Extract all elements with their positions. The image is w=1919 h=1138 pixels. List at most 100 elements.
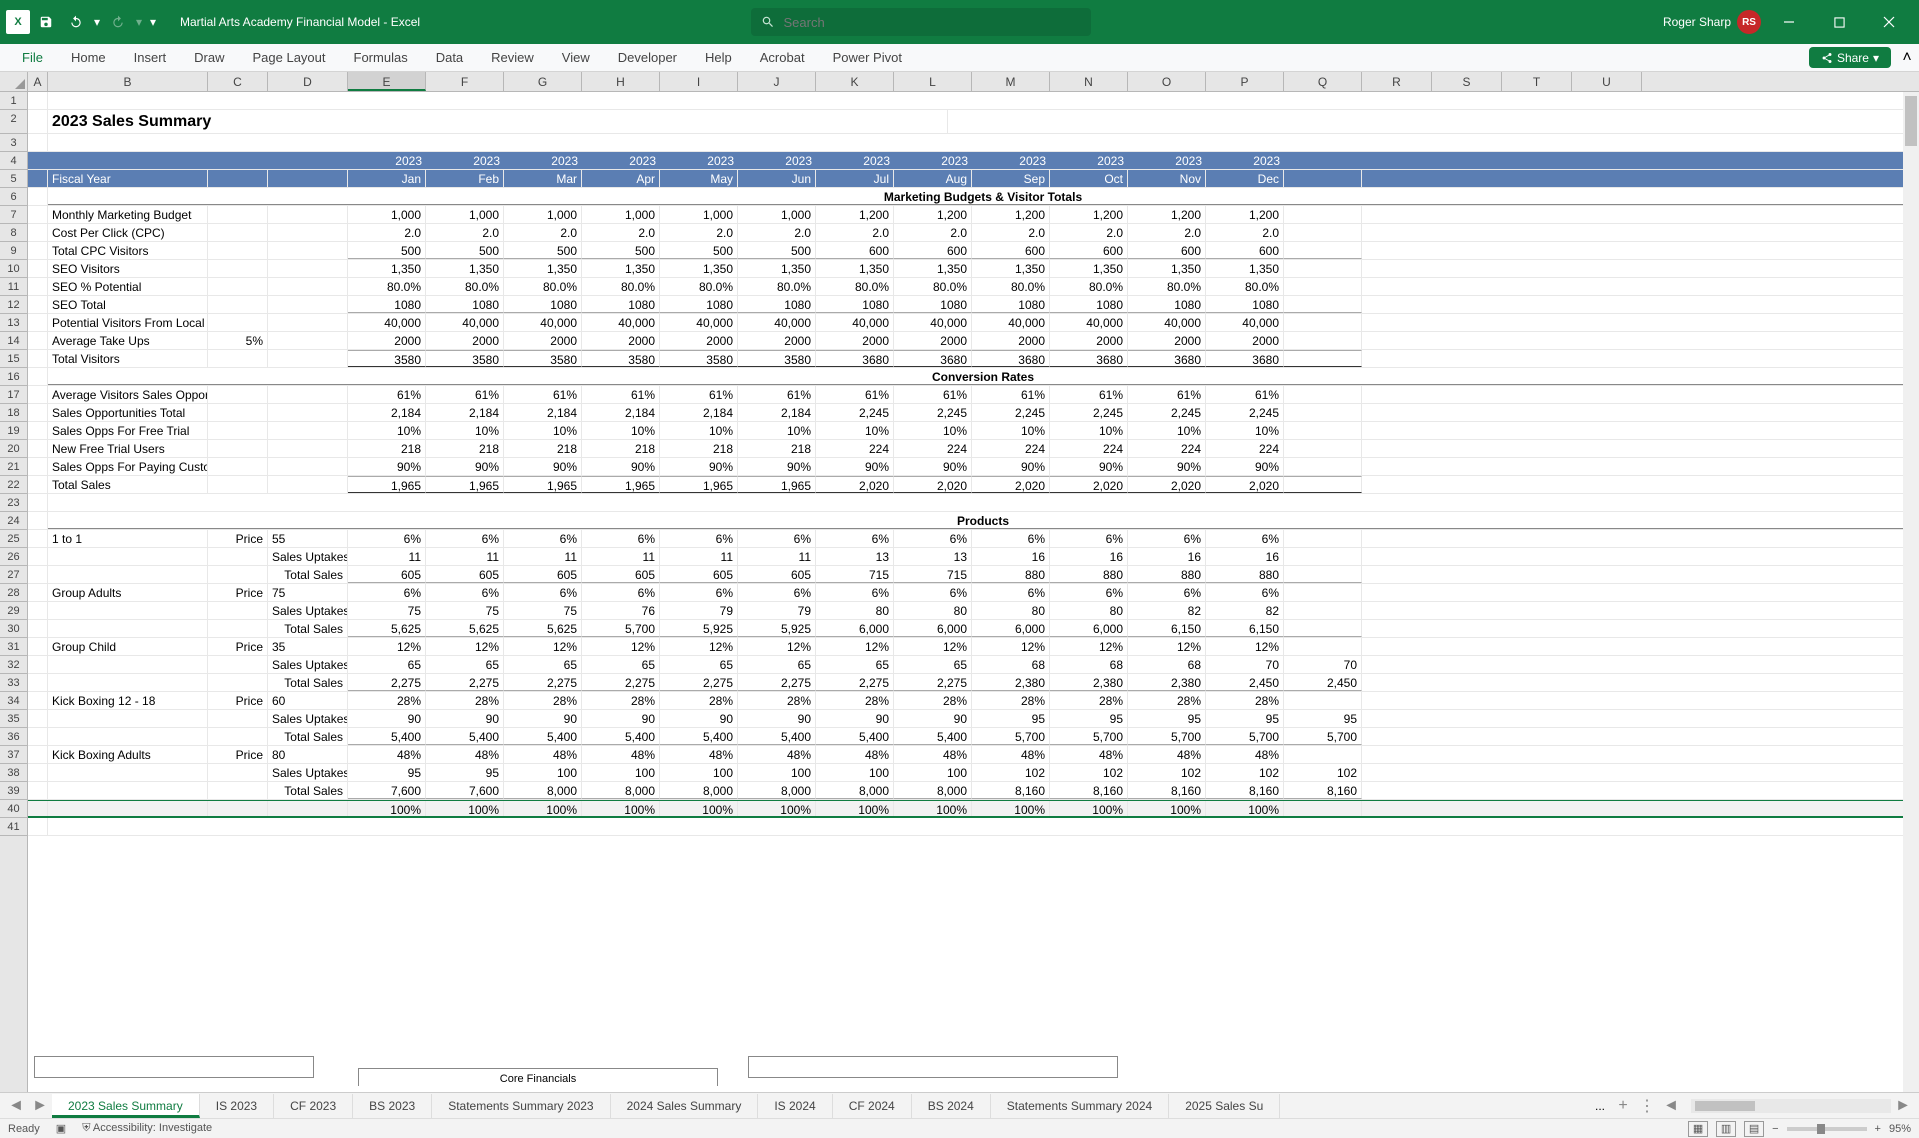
row-header-5[interactable]: 5 (0, 170, 27, 188)
col-header-Q[interactable]: Q (1284, 72, 1362, 91)
col-header-M[interactable]: M (972, 72, 1050, 91)
view-page-layout[interactable]: ▥ (1716, 1121, 1736, 1137)
sheet-tab[interactable]: BS 2024 (912, 1094, 991, 1118)
row-header-15[interactable]: 15 (0, 350, 27, 368)
add-sheet-button[interactable]: + (1611, 1097, 1635, 1115)
macro-record-icon[interactable]: ▣ (56, 1122, 66, 1135)
col-header-J[interactable]: J (738, 72, 816, 91)
col-header-L[interactable]: L (894, 72, 972, 91)
col-header-O[interactable]: O (1128, 72, 1206, 91)
col-header-H[interactable]: H (582, 72, 660, 91)
row-header-26[interactable]: 26 (0, 548, 27, 566)
zoom-level[interactable]: 95% (1889, 1123, 1911, 1135)
vertical-scrollbar[interactable] (1903, 92, 1919, 1092)
col-header-P[interactable]: P (1206, 72, 1284, 91)
ribbon-tab-data[interactable]: Data (422, 44, 477, 71)
view-normal[interactable]: ▦ (1688, 1121, 1708, 1137)
ribbon-collapse[interactable]: ˄ (1899, 44, 1915, 71)
minimize-button[interactable] (1767, 0, 1811, 44)
ribbon-tab-review[interactable]: Review (477, 44, 548, 71)
row-header-20[interactable]: 20 (0, 440, 27, 458)
col-header-S[interactable]: S (1432, 72, 1502, 91)
col-header-I[interactable]: I (660, 72, 738, 91)
col-header-C[interactable]: C (208, 72, 268, 91)
hscroll-left[interactable]: ◄ (1659, 1094, 1683, 1118)
row-header-17[interactable]: 17 (0, 386, 27, 404)
ribbon-tab-acrobat[interactable]: Acrobat (746, 44, 819, 71)
row-header-12[interactable]: 12 (0, 296, 27, 314)
zoom-in[interactable]: + (1875, 1123, 1881, 1135)
float-box-1[interactable] (34, 1056, 314, 1078)
ribbon-tab-page-layout[interactable]: Page Layout (239, 44, 340, 71)
sheet-tab[interactable]: IS 2023 (200, 1094, 274, 1118)
row-header-13[interactable]: 13 (0, 314, 27, 332)
row-header-34[interactable]: 34 (0, 692, 27, 710)
ribbon-tab-file[interactable]: File (8, 44, 57, 71)
row-header-41[interactable]: 41 (0, 818, 27, 836)
row-header-6[interactable]: 6 (0, 188, 27, 206)
accessibility-status[interactable]: ⛨ Accessibility: Investigate (82, 1122, 212, 1135)
col-header-R[interactable]: R (1362, 72, 1432, 91)
col-header-G[interactable]: G (504, 72, 582, 91)
redo-dropdown[interactable]: ▾ (134, 8, 144, 36)
row-header-2[interactable]: 2 (0, 110, 27, 134)
user-avatar[interactable]: RS (1737, 10, 1761, 34)
ribbon-tab-power-pivot[interactable]: Power Pivot (819, 44, 916, 71)
view-page-break[interactable]: ▤ (1744, 1121, 1764, 1137)
col-header-U[interactable]: U (1572, 72, 1642, 91)
search-input[interactable] (783, 15, 1081, 30)
cells-area[interactable]: 2023 Sales Summary 202320232023202320232… (28, 92, 1919, 1092)
row-header-30[interactable]: 30 (0, 620, 27, 638)
col-header-T[interactable]: T (1502, 72, 1572, 91)
row-header-8[interactable]: 8 (0, 224, 27, 242)
sheet-tab[interactable]: 2023 Sales Summary (52, 1094, 200, 1118)
tab-nav-next[interactable]: ► (28, 1094, 52, 1118)
row-header-9[interactable]: 9 (0, 242, 27, 260)
tabs-ellipsis[interactable]: ... (1589, 1099, 1611, 1113)
ribbon-tab-insert[interactable]: Insert (120, 44, 181, 71)
row-header-29[interactable]: 29 (0, 602, 27, 620)
row-header-14[interactable]: 14 (0, 332, 27, 350)
row-header-33[interactable]: 33 (0, 674, 27, 692)
ribbon-tab-formulas[interactable]: Formulas (340, 44, 422, 71)
sheet-tab[interactable]: 2024 Sales Summary (611, 1094, 759, 1118)
row-header-31[interactable]: 31 (0, 638, 27, 656)
row-header-24[interactable]: 24 (0, 512, 27, 530)
share-button[interactable]: Share ▾ (1809, 47, 1891, 68)
zoom-slider[interactable] (1787, 1127, 1867, 1131)
row-header-16[interactable]: 16 (0, 368, 27, 386)
row-header-28[interactable]: 28 (0, 584, 27, 602)
sheet-tab[interactable]: CF 2023 (274, 1094, 353, 1118)
row-header-19[interactable]: 19 (0, 422, 27, 440)
sheet-tab[interactable]: IS 2024 (758, 1094, 832, 1118)
select-all-cells[interactable] (0, 72, 28, 91)
zoom-out[interactable]: − (1772, 1123, 1778, 1135)
col-header-F[interactable]: F (426, 72, 504, 91)
search-box[interactable] (751, 8, 1091, 36)
redo-button[interactable] (104, 8, 132, 36)
save-button[interactable] (32, 8, 60, 36)
row-header-27[interactable]: 27 (0, 566, 27, 584)
row-header-35[interactable]: 35 (0, 710, 27, 728)
hscroll-right[interactable]: ► (1891, 1094, 1915, 1118)
col-header-E[interactable]: E (348, 72, 426, 91)
row-header-25[interactable]: 25 (0, 530, 27, 548)
row-header-36[interactable]: 36 (0, 728, 27, 746)
undo-dropdown[interactable]: ▾ (92, 8, 102, 36)
col-header-B[interactable]: B (48, 72, 208, 91)
row-header-40[interactable]: 40 (0, 800, 27, 818)
col-header-K[interactable]: K (816, 72, 894, 91)
row-header-18[interactable]: 18 (0, 404, 27, 422)
col-header-N[interactable]: N (1050, 72, 1128, 91)
sheet-tab[interactable]: CF 2024 (833, 1094, 912, 1118)
horizontal-scrollbar[interactable] (1691, 1099, 1891, 1113)
user-name[interactable]: Roger Sharp (1663, 15, 1731, 29)
maximize-button[interactable] (1817, 0, 1861, 44)
ribbon-tab-home[interactable]: Home (57, 44, 120, 71)
vscroll-thumb[interactable] (1905, 96, 1917, 146)
row-header-23[interactable]: 23 (0, 494, 27, 512)
row-header-32[interactable]: 32 (0, 656, 27, 674)
sheet-tab[interactable]: Statements Summary 2024 (991, 1094, 1169, 1118)
hscroll-thumb[interactable] (1695, 1101, 1755, 1111)
float-box-3[interactable] (748, 1056, 1118, 1078)
